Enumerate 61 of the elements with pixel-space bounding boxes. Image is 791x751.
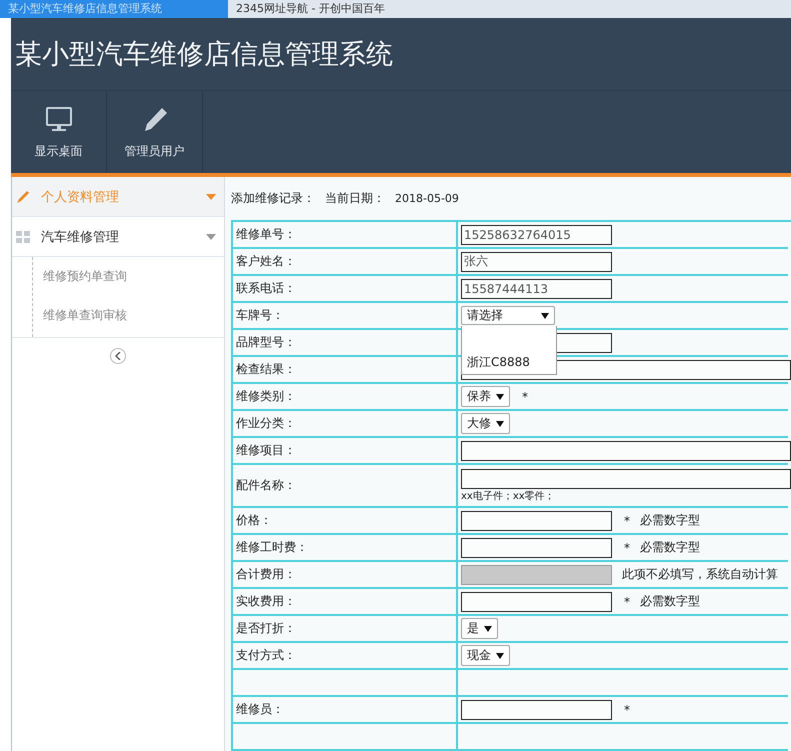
- required-mark: *: [624, 540, 630, 554]
- monitor-icon: [44, 104, 74, 132]
- app-title: 某小型汽车维修店信息管理系统: [15, 38, 393, 72]
- caret-icon: [206, 194, 216, 200]
- field-label: 客户姓名：: [233, 249, 458, 276]
- field-label: 作业分类：: [233, 411, 458, 438]
- required-mark: *: [624, 594, 630, 608]
- field-label: 支付方式：: [233, 643, 458, 670]
- field-label: 维修类别：: [233, 384, 458, 411]
- chevron-left-icon: [114, 352, 122, 360]
- input-field[interactable]: 15587444113: [461, 278, 612, 298]
- input-field[interactable]: [461, 440, 791, 460]
- dropdown-option[interactable]: 浙江C8888: [462, 350, 556, 374]
- caret-icon: [496, 420, 504, 426]
- field-label: 联系电话：: [233, 276, 458, 303]
- field-label: 检查结果：: [233, 357, 458, 384]
- required-mark: *: [624, 702, 630, 716]
- caret-icon: [496, 652, 504, 658]
- input-field[interactable]: [461, 700, 612, 720]
- date-label: 当前日期：: [325, 190, 385, 207]
- caret-icon: [541, 312, 549, 318]
- browser-tab[interactable]: 2345网址导航 - 开创中国百年: [228, 0, 456, 18]
- field-label: 价格：: [233, 508, 458, 535]
- field-label: 维修工时费：: [233, 535, 458, 562]
- grid-icon: [16, 230, 30, 244]
- field-label: 合计费用：: [233, 562, 458, 589]
- select-field[interactable]: 大修: [461, 413, 510, 434]
- field-note: 此项不必填写，系统自动计算: [622, 566, 778, 583]
- sidebar-subitem[interactable]: 维修预约单查询: [33, 257, 224, 296]
- field-label: 维修员：: [233, 697, 458, 724]
- sidebar-item[interactable]: 汽车维修管理: [12, 217, 224, 257]
- select-field[interactable]: 保养: [461, 386, 510, 407]
- field-label: 车牌号：: [233, 303, 458, 330]
- input-field[interactable]: [461, 510, 612, 530]
- field-label: 配件名称：: [233, 465, 458, 508]
- pencil-icon: [16, 190, 30, 204]
- select-field[interactable]: 是: [461, 618, 498, 639]
- field-label: 维修项目：: [233, 438, 458, 465]
- field-label: 实收费用：: [233, 589, 458, 616]
- field-note: 必需数字型: [640, 593, 700, 610]
- required-mark: *: [522, 390, 528, 404]
- caret-icon: [496, 394, 504, 400]
- field-hint: xx电子件；xx零件；: [461, 490, 556, 502]
- caret-icon: [206, 234, 216, 240]
- input-field[interactable]: [461, 468, 791, 488]
- input-field[interactable]: [461, 592, 612, 612]
- field-label: 是否打折：: [233, 616, 458, 643]
- field-note: 必需数字型: [640, 539, 700, 556]
- field-label: 品牌型号：: [233, 330, 458, 357]
- collapse-button[interactable]: [110, 348, 126, 364]
- field-note: 必需数字型: [640, 512, 700, 529]
- field-label: 维修单号：: [233, 222, 458, 249]
- required-mark: *: [624, 514, 630, 528]
- input-field[interactable]: 张六: [461, 252, 612, 272]
- sidebar-subitem[interactable]: 维修单查询审核: [33, 296, 224, 335]
- select-field[interactable]: 现金: [461, 645, 510, 666]
- caret-icon: [484, 626, 492, 632]
- current-date: 2018-05-09: [395, 192, 459, 205]
- input-field[interactable]: [461, 538, 612, 558]
- form-heading: 添加维修记录：: [231, 190, 315, 207]
- input-field[interactable]: 15258632764015: [461, 224, 612, 244]
